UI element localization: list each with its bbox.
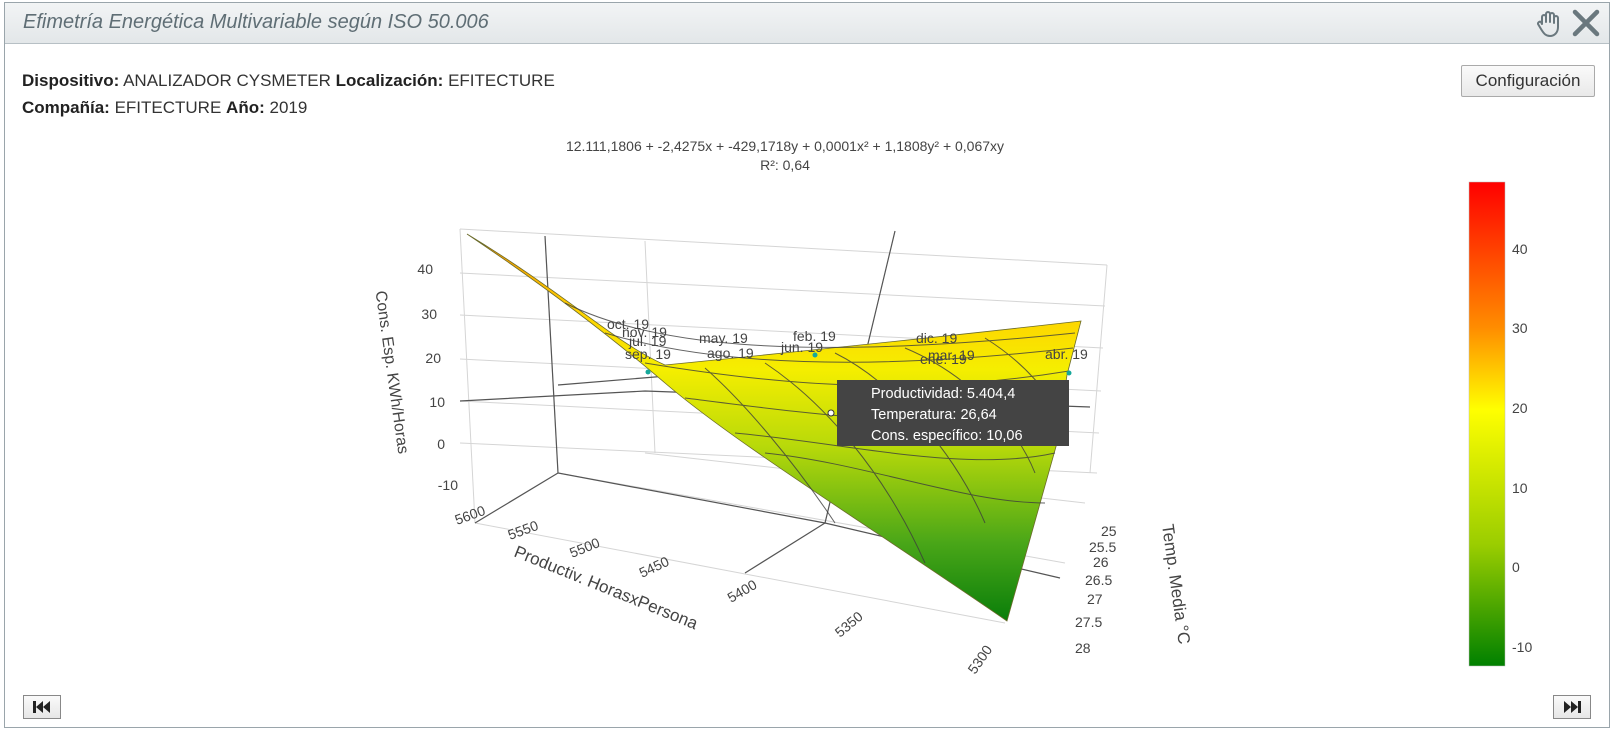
y-tick-label: 26.5 [1085, 572, 1112, 588]
y-tick-label: 28 [1075, 640, 1091, 656]
colorbar-tick-label: 20 [1512, 400, 1528, 416]
tooltip-line-1: Productividad: 5.404,4 [871, 386, 1015, 402]
x-tick-label: 5300 [964, 642, 995, 677]
z-tick-label: 0 [437, 436, 445, 452]
colorbar-tick-label: 0 [1512, 559, 1520, 575]
point-label: abr. 19 [1045, 346, 1088, 362]
skip-first-icon [33, 701, 50, 713]
r2-text: R²: 0,64 [760, 157, 810, 173]
x-axis-title: Productiv. HorasxPersona [512, 542, 702, 633]
point-label: may. 19 [699, 330, 748, 346]
x-tick-label: 5400 [725, 576, 760, 606]
efimetria-window: Efimetría Energética Multivariable según… [4, 2, 1610, 728]
colorbar-tick-label: 10 [1512, 480, 1528, 496]
x-tick-label: 5550 [506, 517, 541, 543]
y-tick-label: 27 [1087, 591, 1103, 607]
y-tick-label: 25.5 [1089, 539, 1116, 555]
z-axis: 40 30 20 10 0 -10 Cons. Esp. KWh/Horas [372, 261, 459, 493]
point-label: dic. 19 [916, 330, 957, 346]
colorbar-tick-label: 40 [1512, 241, 1528, 257]
z-tick-label: 30 [421, 306, 437, 322]
z-axis-title: Cons. Esp. KWh/Horas [372, 290, 412, 455]
surface-plot[interactable]: 12.111,1806 + -2,4275x + -429,1718y + 0,… [5, 3, 1611, 729]
tooltip-line-3: Cons. específico: 10,06 [871, 428, 1023, 444]
z-tick-label: 40 [417, 261, 433, 277]
colorbar-tick-label: 30 [1512, 320, 1528, 336]
last-page-button[interactable] [1553, 695, 1591, 719]
colorbar: 40 30 20 10 0 -10 [1468, 181, 1532, 667]
z-tick-label: 10 [429, 394, 445, 410]
tooltip-line-2: Temperatura: 26,64 [871, 407, 997, 423]
first-page-button[interactable] [23, 695, 61, 719]
point-label: jun. 19 [780, 339, 823, 355]
z-tick-label: 20 [425, 350, 441, 366]
z-tick-label: -10 [438, 477, 458, 493]
x-tick-label: 5450 [637, 553, 672, 581]
colorbar-tick-label: -10 [1512, 639, 1532, 655]
y-axis-title: Temp. Media °C [1158, 523, 1194, 646]
y-tick-label: 27.5 [1075, 614, 1102, 630]
point-label: sep. 19 [625, 346, 671, 362]
hover-tooltip: Productividad: 5.404,4 Temperatura: 26,6… [827, 380, 1069, 446]
x-tick-label: 5500 [567, 534, 602, 561]
y-axis: 25 25.5 26 26.5 27 27.5 28 Temp. Media °… [1075, 523, 1194, 656]
x-tick-label: 5350 [832, 608, 866, 640]
y-tick-label: 26 [1093, 554, 1109, 570]
point-label: ago. 19 [707, 345, 754, 361]
skip-last-icon [1564, 701, 1581, 713]
point-label: ene. 19 [920, 351, 967, 367]
y-tick-label: 25 [1101, 523, 1117, 539]
colorbar-gradient [1468, 181, 1506, 667]
equation-text: 12.111,1806 + -2,4275x + -429,1718y + 0,… [566, 138, 1004, 154]
